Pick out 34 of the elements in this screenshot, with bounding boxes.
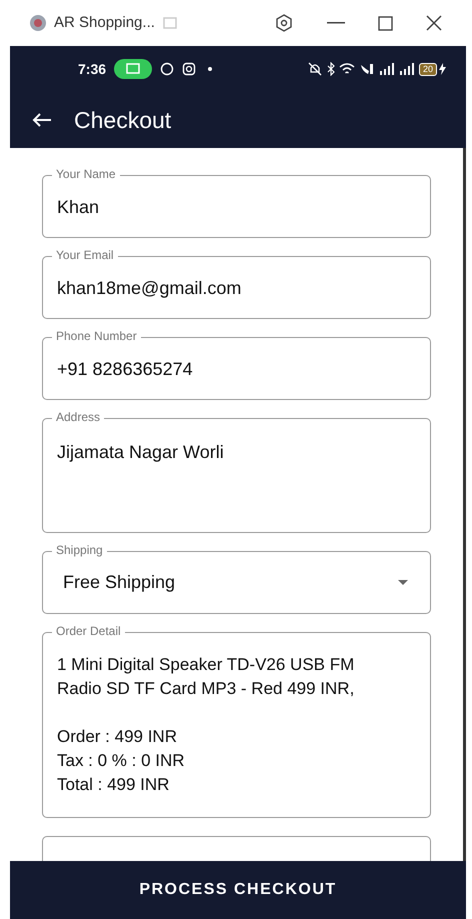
battery-level: 20 bbox=[418, 62, 437, 76]
charging-icon bbox=[439, 63, 446, 75]
process-checkout-button[interactable]: PROCESS CHECKOUT bbox=[10, 861, 466, 919]
settings-icon[interactable] bbox=[275, 14, 293, 32]
order-text-line: Tax : 0 % : 0 INR bbox=[57, 750, 186, 772]
field-label: Address bbox=[52, 410, 104, 424]
signal-icon bbox=[378, 63, 395, 75]
bluetooth-icon bbox=[326, 62, 335, 76]
signal-icon bbox=[398, 63, 415, 75]
window-title: AR Shopping... bbox=[54, 12, 155, 33]
order-text-line: Order : 499 INR bbox=[57, 726, 178, 748]
chat-icon bbox=[160, 62, 174, 76]
minimize-icon[interactable] bbox=[327, 22, 345, 24]
screen-title: Checkout bbox=[74, 106, 172, 135]
field-label: Your Email bbox=[52, 248, 118, 262]
field-label: Phone Number bbox=[52, 329, 141, 343]
close-icon[interactable] bbox=[426, 15, 442, 31]
status-time: 7:36 bbox=[78, 60, 106, 78]
order-text-line: Radio SD TF Card MP3 - Red 499 INR, bbox=[57, 678, 356, 700]
order-text-line: Total : 499 INR bbox=[57, 774, 170, 796]
order-text-line: 1 Mini Digital Speaker TD-V26 USB FM bbox=[57, 654, 356, 676]
maximize-icon[interactable] bbox=[378, 16, 393, 30]
camera-icon bbox=[182, 62, 196, 76]
field-label: Order Detail bbox=[52, 624, 125, 638]
dot-icon bbox=[208, 67, 212, 71]
wifi-icon bbox=[338, 62, 355, 76]
app-icon bbox=[30, 15, 46, 31]
back-arrow-icon[interactable] bbox=[32, 112, 52, 128]
field-label: Your Name bbox=[52, 167, 120, 181]
cast-icon bbox=[114, 59, 152, 79]
dropdown-caret-icon bbox=[398, 580, 408, 585]
window-icon bbox=[162, 17, 177, 29]
field-label: Shipping bbox=[52, 543, 107, 557]
muted-bell-icon bbox=[306, 62, 323, 76]
